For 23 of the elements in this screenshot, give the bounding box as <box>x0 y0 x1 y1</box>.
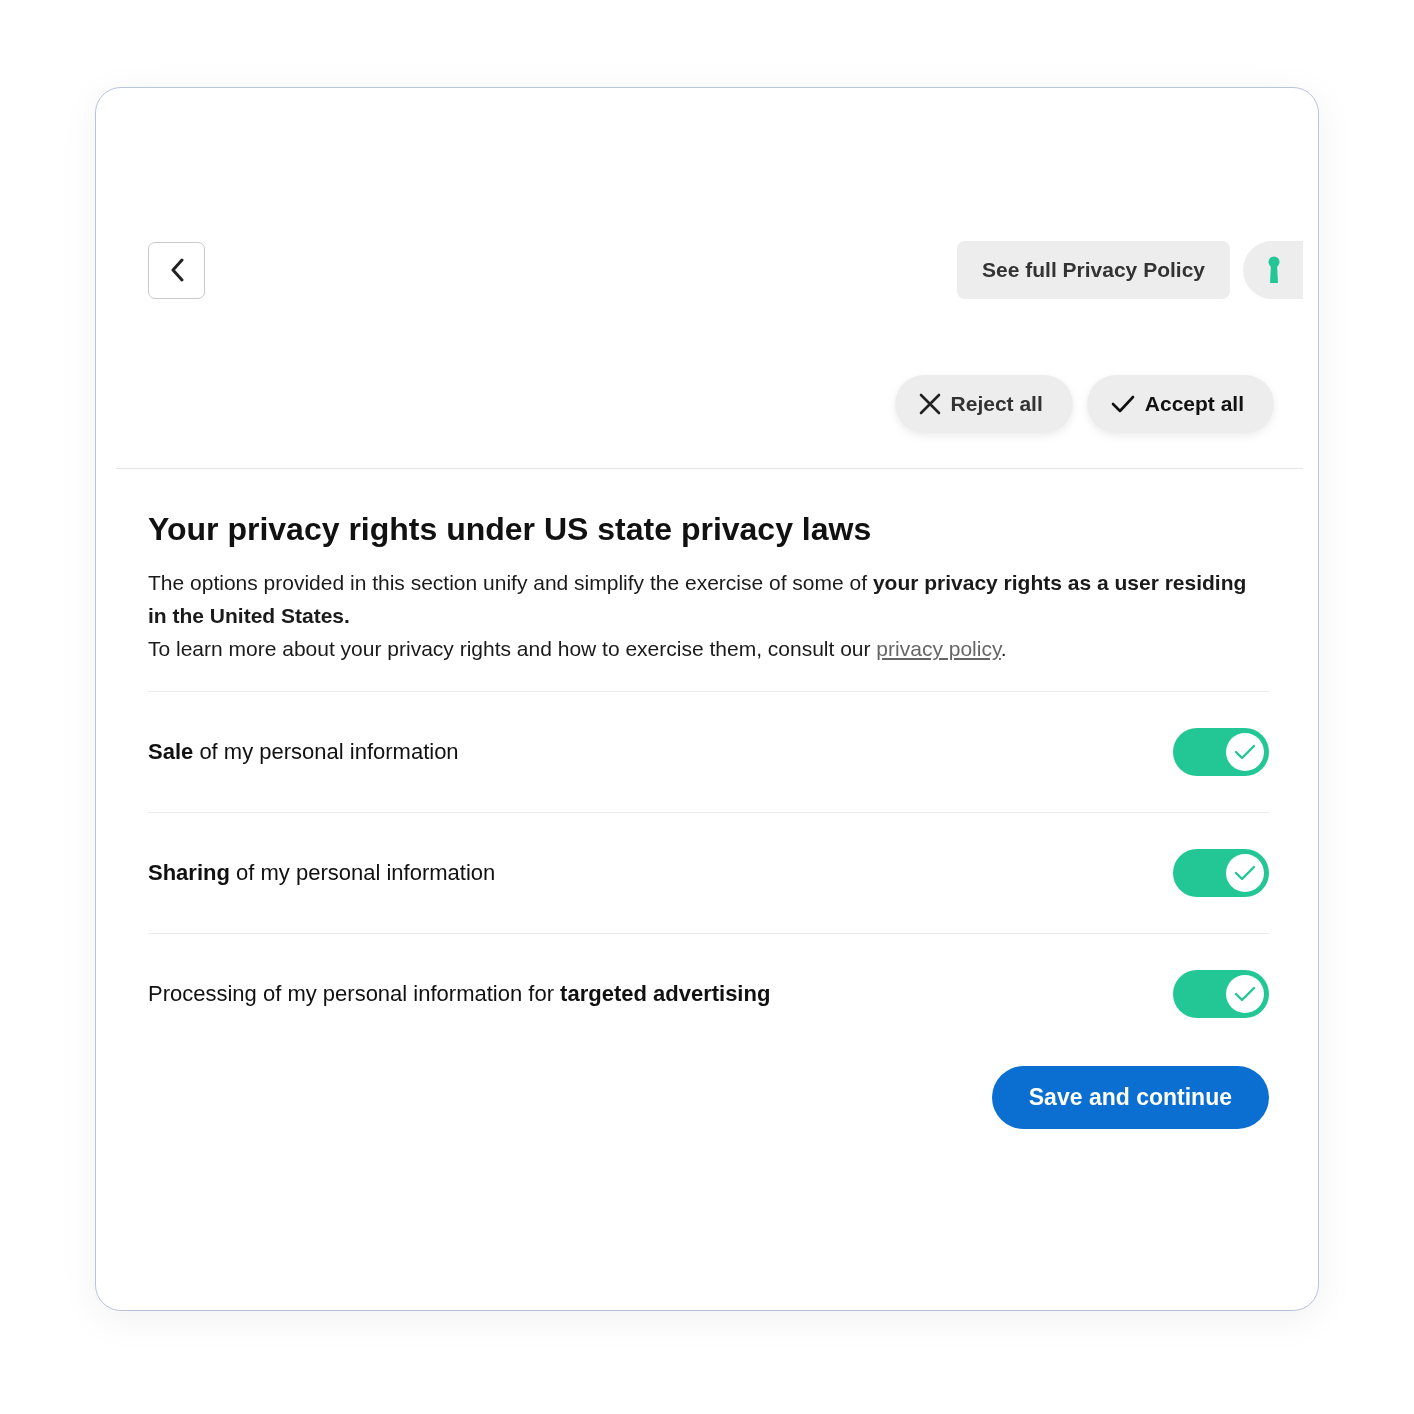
toggle-switch[interactable] <box>1173 970 1269 1018</box>
toggle-label: Sharing of my personal information <box>148 860 496 886</box>
toggle-label: Sale of my personal information <box>148 739 459 765</box>
section-title: Your privacy rights under US state privacy laws <box>148 511 873 548</box>
privacy-policy-button[interactable]: See full Privacy Policy <box>957 241 1230 299</box>
chevron-left-icon <box>169 258 184 282</box>
toggle-switch[interactable] <box>1173 728 1269 776</box>
reject-all-button[interactable]: Reject all <box>894 375 1073 433</box>
intro-text: The options provided in this section unify and simplify the exercise of some of your privacy rights as a user residing in the United States. <box>148 570 1248 629</box>
check-icon <box>1234 744 1256 760</box>
keyhole-button[interactable] <box>1243 241 1303 299</box>
check-icon <box>1234 865 1256 881</box>
close-icon <box>918 393 941 415</box>
accept-all-button[interactable]: Accept all <box>1086 375 1274 433</box>
save-button[interactable]: Save and continue <box>991 1066 1269 1129</box>
toggle-label: Processing of my personal information for targeted advertising <box>148 981 771 1007</box>
check-icon <box>1110 395 1135 413</box>
learn-more-text: To learn more about your privacy rights and how to exercise them, consult our privacy policy. <box>148 636 1008 662</box>
back-button[interactable] <box>148 241 205 299</box>
keyhole-icon <box>1267 256 1281 284</box>
check-icon <box>1234 986 1256 1002</box>
toggle-switch[interactable] <box>1173 849 1269 897</box>
privacy-policy-link[interactable]: privacy policy <box>876 637 1001 660</box>
